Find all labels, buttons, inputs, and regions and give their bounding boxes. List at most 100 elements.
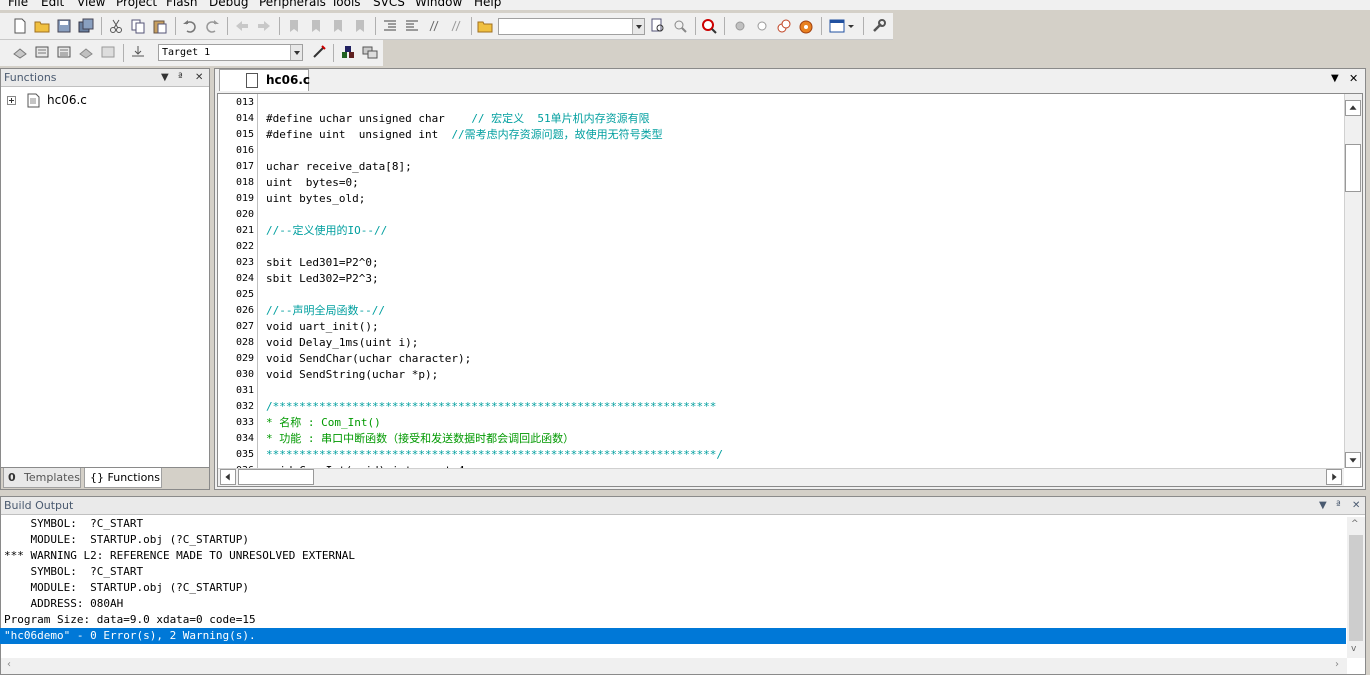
- stop-build-icon[interactable]: [100, 44, 116, 60]
- tab-menu-icon[interactable]: ▼: [1331, 73, 1339, 84]
- chevron-down-icon[interactable]: [847, 18, 855, 34]
- menu-svcs[interactable]: SVCS: [373, 0, 405, 9]
- menu-edit[interactable]: Edit: [41, 0, 64, 9]
- uncomment-icon[interactable]: [448, 18, 464, 34]
- manage-project-icon[interactable]: [340, 44, 356, 60]
- code-area[interactable]: #define uchar unsigned char // 宏定义 51单片机…: [266, 94, 1342, 468]
- chevron-down-icon[interactable]: [290, 45, 302, 60]
- target-select[interactable]: Target 1: [158, 44, 303, 61]
- expand-icon[interactable]: [7, 96, 16, 105]
- horizontal-scrollbar[interactable]: [218, 468, 1344, 486]
- tree-item-label: hc06.c: [47, 93, 87, 107]
- indent-icon[interactable]: [382, 18, 398, 34]
- left-panel-tabs: 0 Templates {} Functions: [1, 467, 209, 489]
- panel-menu-icon[interactable]: ▼: [1319, 497, 1327, 514]
- functions-panel-title-text: Functions: [4, 71, 57, 84]
- scroll-down-icon[interactable]: [1345, 452, 1361, 468]
- close-icon[interactable]: ✕: [195, 69, 203, 86]
- incremental-find-icon[interactable]: [672, 18, 688, 34]
- line-number: 025: [235, 289, 254, 300]
- batch-build-icon[interactable]: [78, 44, 94, 60]
- hscroll-thumb[interactable]: [238, 469, 314, 485]
- prev-bookmark-icon[interactable]: [308, 18, 324, 34]
- kill-breakpoints-icon[interactable]: [798, 18, 814, 34]
- menu-help[interactable]: Help: [474, 0, 501, 9]
- download-icon[interactable]: [130, 44, 146, 60]
- scroll-up-icon[interactable]: [1345, 100, 1361, 116]
- menu-flash[interactable]: Flash: [166, 0, 197, 9]
- find-in-files-icon[interactable]: [477, 18, 493, 34]
- rebuild-icon[interactable]: [56, 44, 72, 60]
- code-comment: /***************************************…: [266, 400, 717, 413]
- code-editor[interactable]: 013 014 015 016 017 018 019 020 021 022 023 024 025 0…: [217, 93, 1363, 487]
- line-number: 016: [235, 145, 254, 156]
- close-icon[interactable]: ✕: [1349, 72, 1358, 85]
- line-number: 024: [235, 273, 254, 284]
- insert-breakpoint-icon[interactable]: [732, 18, 748, 34]
- build-icon[interactable]: [34, 44, 50, 60]
- find-combo[interactable]: [498, 18, 645, 35]
- translate-icon[interactable]: [12, 44, 28, 60]
- menu-peripherals[interactable]: Peripherals: [259, 0, 326, 9]
- scroll-left-icon[interactable]: ‹: [7, 659, 11, 670]
- select-packs-icon[interactable]: [362, 44, 378, 60]
- scroll-left-icon[interactable]: [220, 469, 236, 485]
- menu-tools[interactable]: Tools: [331, 0, 361, 9]
- debug-session-icon[interactable]: [701, 18, 717, 34]
- menu-view[interactable]: View: [77, 0, 105, 9]
- new-file-icon[interactable]: [12, 18, 28, 34]
- clear-bookmarks-icon[interactable]: [352, 18, 368, 34]
- pin-icon[interactable]: ª: [1336, 497, 1341, 514]
- code-text: uint bytes=0;: [266, 176, 359, 189]
- menu-file[interactable]: File: [8, 0, 28, 9]
- copy-icon[interactable]: [130, 18, 146, 34]
- scroll-right-icon[interactable]: ›: [1335, 659, 1339, 670]
- output-vscrollbar[interactable]: ^ v: [1347, 517, 1365, 658]
- tab-functions[interactable]: {} Functions: [84, 468, 162, 488]
- disable-breakpoints-icon[interactable]: [776, 18, 792, 34]
- nav-back-icon[interactable]: [234, 18, 250, 34]
- paste-icon[interactable]: [152, 18, 168, 34]
- scroll-right-icon[interactable]: [1326, 469, 1342, 485]
- tab-templates-label: Templates: [24, 471, 80, 484]
- vertical-scrollbar[interactable]: [1344, 94, 1362, 468]
- output-line: MODULE: STARTUP.obj (?C_STARTUP): [4, 581, 250, 594]
- nav-forward-icon[interactable]: [256, 18, 272, 34]
- build-output-title-text: Build Output: [4, 499, 74, 512]
- next-bookmark-icon[interactable]: [330, 18, 346, 34]
- chevron-down-icon[interactable]: [632, 19, 644, 34]
- scroll-up-icon[interactable]: ^: [1351, 519, 1359, 529]
- configure-icon[interactable]: [871, 18, 887, 34]
- code-line: //--定义使用的IO--//: [266, 223, 387, 239]
- code-line: #define uchar unsigned char // 宏定义 51单片机…: [266, 111, 650, 127]
- code-line: #define uint unsigned int //需考虑内存资源问题，故使…: [266, 127, 663, 143]
- save-icon[interactable]: [56, 18, 72, 34]
- target-options-icon[interactable]: [311, 44, 327, 60]
- code-line: void Delay_1ms(uint i);: [266, 335, 418, 351]
- window-layout-icon[interactable]: [829, 18, 845, 34]
- close-icon[interactable]: ✕: [1352, 497, 1360, 514]
- comment-icon[interactable]: [426, 18, 442, 34]
- pin-icon[interactable]: ª: [178, 69, 183, 86]
- open-folder-icon[interactable]: [34, 18, 50, 34]
- menu-window[interactable]: Window: [415, 0, 462, 9]
- redo-icon[interactable]: [204, 18, 220, 34]
- unindent-icon[interactable]: [404, 18, 420, 34]
- output-line: Program Size: data=9.0 xdata=0 code=15: [4, 613, 256, 626]
- bookmark-icon[interactable]: [286, 18, 302, 34]
- output-hscrollbar[interactable]: ‹ ›: [1, 658, 1347, 674]
- undo-icon[interactable]: [182, 18, 198, 34]
- find-icon[interactable]: [650, 18, 666, 34]
- scroll-thumb[interactable]: [1349, 535, 1363, 641]
- save-all-icon[interactable]: [78, 18, 94, 34]
- build-output-title: Build Output ▼ ª ✕: [1, 497, 1365, 515]
- enable-breakpoint-icon[interactable]: [754, 18, 770, 34]
- cut-icon[interactable]: [108, 18, 124, 34]
- tab-templates[interactable]: 0 Templates: [3, 468, 81, 488]
- scroll-thumb[interactable]: [1345, 144, 1361, 192]
- menu-project[interactable]: Project: [116, 0, 157, 9]
- scroll-down-icon[interactable]: v: [1351, 644, 1356, 654]
- panel-menu-icon[interactable]: ▼: [161, 69, 169, 86]
- editor-tab[interactable]: hc06.c: [219, 69, 310, 91]
- menu-debug[interactable]: Debug: [209, 0, 248, 9]
